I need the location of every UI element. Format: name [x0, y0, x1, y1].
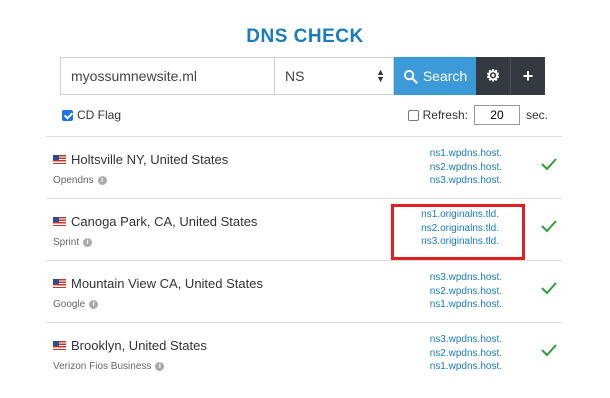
ns-record: ns1.originalns.tld. — [421, 209, 499, 220]
result-row: Canoga Park, CA, United States Sprint i n… — [46, 198, 562, 260]
location-name: Canoga Park, CA, United States — [71, 214, 258, 229]
ns-records: ns1.originalns.tld. ns2.originalns.tld. … — [418, 208, 502, 249]
result-row: Brooklyn, United States Verizon Fios Bus… — [46, 322, 562, 384]
ns-record: ns2.wpdns.host. — [429, 347, 502, 359]
provider-name: Verizon Fios Business — [53, 361, 152, 372]
provider-name: Google — [53, 299, 86, 310]
check-icon — [541, 282, 557, 295]
search-button[interactable]: Search — [394, 57, 476, 95]
results-list: Holtsville NY, United States Opendns i ns… — [46, 136, 562, 384]
us-flag-icon — [53, 155, 66, 164]
search-bar: NS ▲▼ Search ⚙ + — [60, 57, 545, 95]
record-type-select[interactable]: NS ▲ ▼ — [274, 57, 394, 95]
ns-record: ns3.wpdns.host. — [429, 175, 502, 186]
cd-flag-checkbox[interactable] — [62, 109, 73, 121]
info-icon[interactable]: i — [97, 176, 107, 185]
add-button[interactable]: + — [511, 57, 545, 95]
options-bar: CD Flag Refresh: sec. — [62, 105, 548, 125]
ns-record: ns2.wpdns.host. — [429, 285, 502, 297]
info-icon[interactable]: i — [89, 300, 99, 309]
cd-flag-option[interactable]: CD Flag — [62, 108, 121, 122]
provider-name: Sprint — [53, 237, 80, 248]
refresh-option: Refresh: sec. — [407, 105, 548, 125]
check-icon — [541, 220, 557, 233]
ns-records: ns3.wpdns.host. ns2.wpdns.host. ns1.wpdn… — [430, 333, 502, 374]
result-row: Holtsville NY, United States Opendns i ns… — [46, 136, 562, 198]
ns-records: ns3.wpdns.host. ns2.wpdns.host. ns1.wpdn… — [430, 271, 502, 312]
ns-record: ns3.originalns.tld. — [421, 236, 499, 247]
refresh-interval-input[interactable] — [473, 105, 520, 125]
gear-icon: ⚙ — [485, 68, 501, 85]
ns-record: ns3.wpdns.host. — [429, 272, 502, 283]
refresh-unit: sec. — [525, 108, 548, 122]
refresh-checkbox[interactable] — [407, 109, 419, 121]
record-type-value: NS — [285, 68, 305, 84]
us-flag-icon — [53, 217, 66, 226]
location-name: Mountain View CA, United States — [71, 276, 263, 291]
cd-flag-label: CD Flag — [77, 108, 122, 122]
location-name: Holtsville NY, United States — [71, 152, 229, 167]
info-icon[interactable]: i — [155, 362, 165, 371]
provider-name: Opendns — [53, 175, 94, 186]
ns-record: ns2.wpdns.host. — [429, 161, 502, 173]
plus-icon: + — [522, 65, 534, 86]
page-title: DNS CHECK — [246, 26, 364, 47]
ns-record: ns2.originalns.tld. — [421, 222, 499, 234]
settings-button[interactable]: ⚙ — [476, 57, 511, 95]
ns-record: ns1.wpdns.host. — [429, 148, 502, 159]
check-icon — [541, 344, 557, 357]
refresh-label: Refresh: — [422, 108, 468, 122]
check-icon — [541, 158, 557, 171]
info-icon[interactable]: i — [83, 238, 93, 247]
select-arrows-icon: ▲ ▼ — [376, 67, 385, 84]
domain-input[interactable] — [60, 57, 274, 95]
result-row: Mountain View CA, United States Google i … — [46, 260, 562, 322]
location-name: Brooklyn, United States — [71, 338, 207, 353]
search-button-label: Search — [422, 68, 468, 84]
ns-record: ns1.wpdns.host. — [429, 361, 502, 372]
search-icon — [403, 69, 418, 84]
ns-record: ns1.wpdns.host. — [429, 299, 502, 310]
ns-record: ns3.wpdns.host. — [429, 334, 502, 345]
us-flag-icon — [53, 279, 66, 288]
us-flag-icon — [53, 341, 66, 350]
ns-records: ns1.wpdns.host. ns2.wpdns.host. ns3.wpdn… — [430, 147, 502, 188]
